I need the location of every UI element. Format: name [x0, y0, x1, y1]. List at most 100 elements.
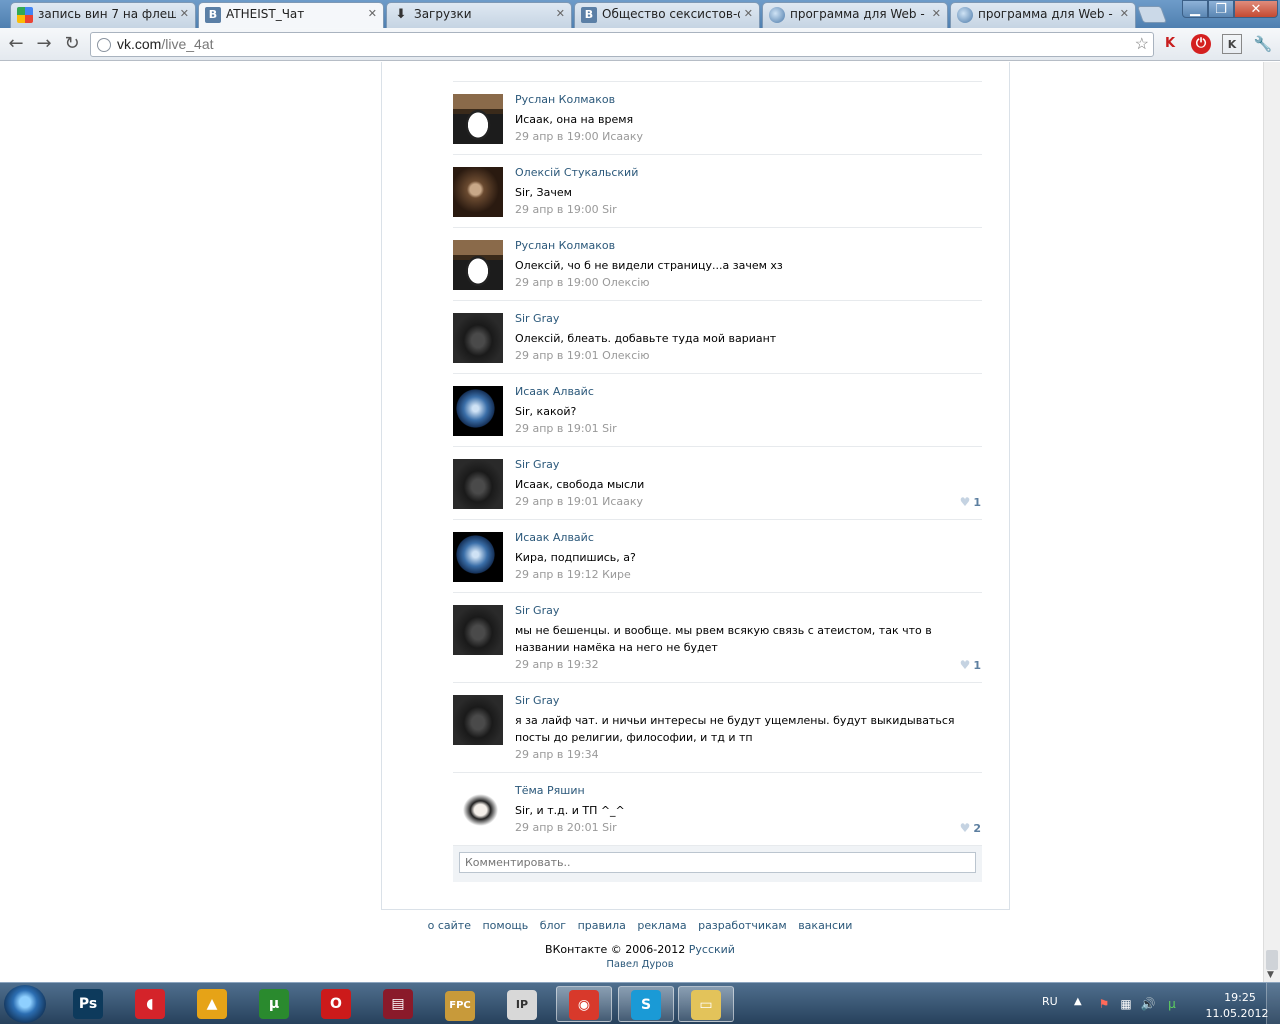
comment-date[interactable]: 29 апр в 19:00: [515, 203, 599, 216]
founder-link[interactable]: Павел Дуров: [0, 959, 1280, 970]
comment-author[interactable]: Руслан Колмаков: [515, 93, 615, 106]
comment-date[interactable]: 29 апр в 19:12: [515, 568, 599, 581]
comment-date[interactable]: 29 апр в 19:01: [515, 349, 599, 362]
taskbar-chrome[interactable]: ◉: [556, 986, 612, 1022]
comment-author[interactable]: Руслан Колмаков: [515, 239, 615, 252]
avatar[interactable]: [453, 313, 503, 363]
reply-to-link[interactable]: Sir: [602, 422, 617, 435]
scroll-down-icon[interactable]: ▼: [1267, 970, 1274, 980]
taskbar-skype[interactable]: S: [618, 986, 674, 1022]
avatar[interactable]: [453, 240, 503, 290]
taskbar-aimp[interactable]: ▲: [184, 986, 240, 1022]
avatar[interactable]: [453, 532, 503, 582]
k-extension-icon[interactable]: K: [1222, 34, 1242, 54]
tab-web-program-1[interactable]: программа для Web - скр ✕: [762, 2, 948, 28]
comment-input[interactable]: [459, 852, 976, 873]
volume-icon[interactable]: 🔊: [1140, 996, 1156, 1012]
language-link[interactable]: Русский: [689, 943, 735, 956]
tab-vk-chat[interactable]: B ATHEIST_Чат ✕: [198, 2, 384, 29]
taskbar-ip-tool[interactable]: IP: [494, 986, 550, 1022]
minimize-button[interactable]: ▁: [1182, 0, 1208, 18]
show-hidden-icons-icon[interactable]: ▲: [1074, 996, 1082, 1007]
wrench-icon[interactable]: 🔧: [1253, 34, 1273, 54]
comment-date[interactable]: 29 апр в 19:00: [515, 130, 599, 143]
comment-meta: 29 апр в 19:34: [515, 748, 599, 761]
comment-date[interactable]: 29 апр в 19:32: [515, 658, 599, 671]
close-icon[interactable]: ✕: [932, 7, 941, 20]
comment-author[interactable]: Исаак Алвайс: [515, 531, 594, 544]
reply-to-link[interactable]: Исааку: [602, 495, 643, 508]
like-button[interactable]: ♥ 2: [960, 821, 981, 835]
taskbar-screen-recorder[interactable]: ◖: [122, 986, 178, 1022]
footer-link-jobs[interactable]: вакансии: [798, 919, 852, 932]
clock-time[interactable]: 19:25: [1210, 991, 1270, 1004]
close-icon[interactable]: ✕: [368, 7, 377, 20]
tab-search[interactable]: запись вин 7 на флешку - ✕: [10, 2, 196, 28]
kaspersky-icon[interactable]: K: [1160, 34, 1180, 54]
avatar[interactable]: [453, 605, 503, 655]
bookmark-star-icon[interactable]: ☆: [1135, 33, 1149, 56]
reply-to-link[interactable]: Sir: [602, 203, 617, 216]
comment-author[interactable]: Олексій Стукальский: [515, 166, 638, 179]
close-icon[interactable]: ✕: [180, 7, 189, 20]
comment-date[interactable]: 29 апр в 20:01: [515, 821, 599, 834]
reply-to-link[interactable]: Олексію: [602, 276, 649, 289]
network-icon[interactable]: ▦: [1118, 996, 1134, 1012]
utorrent-tray-icon[interactable]: µ: [1164, 996, 1180, 1012]
footer-link-blog[interactable]: блог: [540, 919, 566, 932]
close-icon[interactable]: ✕: [1120, 7, 1129, 20]
comment-author[interactable]: Исаак Алвайс: [515, 385, 594, 398]
start-button[interactable]: [4, 985, 46, 1023]
comment-date[interactable]: 29 апр в 19:34: [515, 748, 599, 761]
avatar[interactable]: [453, 785, 503, 835]
close-icon[interactable]: ✕: [744, 7, 753, 20]
window-close-button[interactable]: ✕: [1234, 0, 1278, 18]
comment-date[interactable]: 29 апр в 19:00: [515, 276, 599, 289]
close-icon[interactable]: ✕: [556, 7, 565, 20]
input-language[interactable]: RU: [1042, 995, 1058, 1008]
like-button[interactable]: ♥ 1: [960, 495, 981, 509]
avatar[interactable]: [453, 459, 503, 509]
comment-author[interactable]: Sir Gray: [515, 312, 559, 325]
taskbar-utorrent[interactable]: µ: [246, 986, 302, 1022]
avatar[interactable]: [453, 94, 503, 144]
tab-vk-group[interactable]: B Общество сексистов-фе ✕: [574, 2, 760, 28]
comment-author[interactable]: Тёма Ряшин: [515, 784, 585, 797]
comment-date[interactable]: 29 апр в 19:01: [515, 495, 599, 508]
scrollbar-thumb[interactable]: [1266, 950, 1278, 970]
maximize-button[interactable]: ❐: [1208, 0, 1234, 18]
reply-to-link[interactable]: Исааку: [602, 130, 643, 143]
power-icon[interactable]: ⏻: [1191, 34, 1211, 54]
taskbar-explorer[interactable]: ▭: [678, 986, 734, 1022]
comment-author[interactable]: Sir Gray: [515, 458, 559, 471]
footer-link-ads[interactable]: реклама: [637, 919, 686, 932]
comment-author[interactable]: Sir Gray: [515, 604, 559, 617]
address-bar[interactable]: vk.com/live_4at ☆: [90, 32, 1154, 57]
like-button[interactable]: ♥ 1: [960, 658, 981, 672]
taskbar-fpc[interactable]: FPC: [432, 986, 488, 1022]
taskbar-photoshop[interactable]: Ps: [60, 986, 116, 1022]
tab-downloads[interactable]: ⬇ Загрузки ✕: [386, 2, 572, 28]
reply-to-link[interactable]: Sir: [602, 821, 617, 834]
avatar[interactable]: [453, 695, 503, 745]
reply-to-link[interactable]: Олексію: [602, 349, 649, 362]
footer-link-about[interactable]: о сайте: [428, 919, 471, 932]
show-desktop-button[interactable]: [1266, 983, 1280, 1024]
footer-link-developers[interactable]: разработчикам: [698, 919, 787, 932]
footer-link-rules[interactable]: правила: [578, 919, 626, 932]
new-tab-button[interactable]: [1136, 6, 1168, 23]
avatar[interactable]: [453, 167, 503, 217]
reply-to-link[interactable]: Кире: [602, 568, 631, 581]
reload-icon[interactable]: ↻: [61, 33, 83, 55]
vertical-scrollbar[interactable]: ▼: [1263, 62, 1280, 982]
back-arrow-icon[interactable]: ←: [5, 33, 27, 55]
avatar[interactable]: [453, 386, 503, 436]
flag-alert-icon[interactable]: ⚑: [1096, 996, 1112, 1012]
tab-web-program-2[interactable]: программа для Web - скр ✕: [950, 2, 1136, 28]
footer-link-help[interactable]: помощь: [482, 919, 528, 932]
taskbar-opera[interactable]: O: [308, 986, 364, 1022]
comment-date[interactable]: 29 апр в 19:01: [515, 422, 599, 435]
comment-author[interactable]: Sir Gray: [515, 694, 559, 707]
taskbar-winrar[interactable]: ▤: [370, 986, 426, 1022]
forward-arrow-icon[interactable]: →: [33, 33, 55, 55]
